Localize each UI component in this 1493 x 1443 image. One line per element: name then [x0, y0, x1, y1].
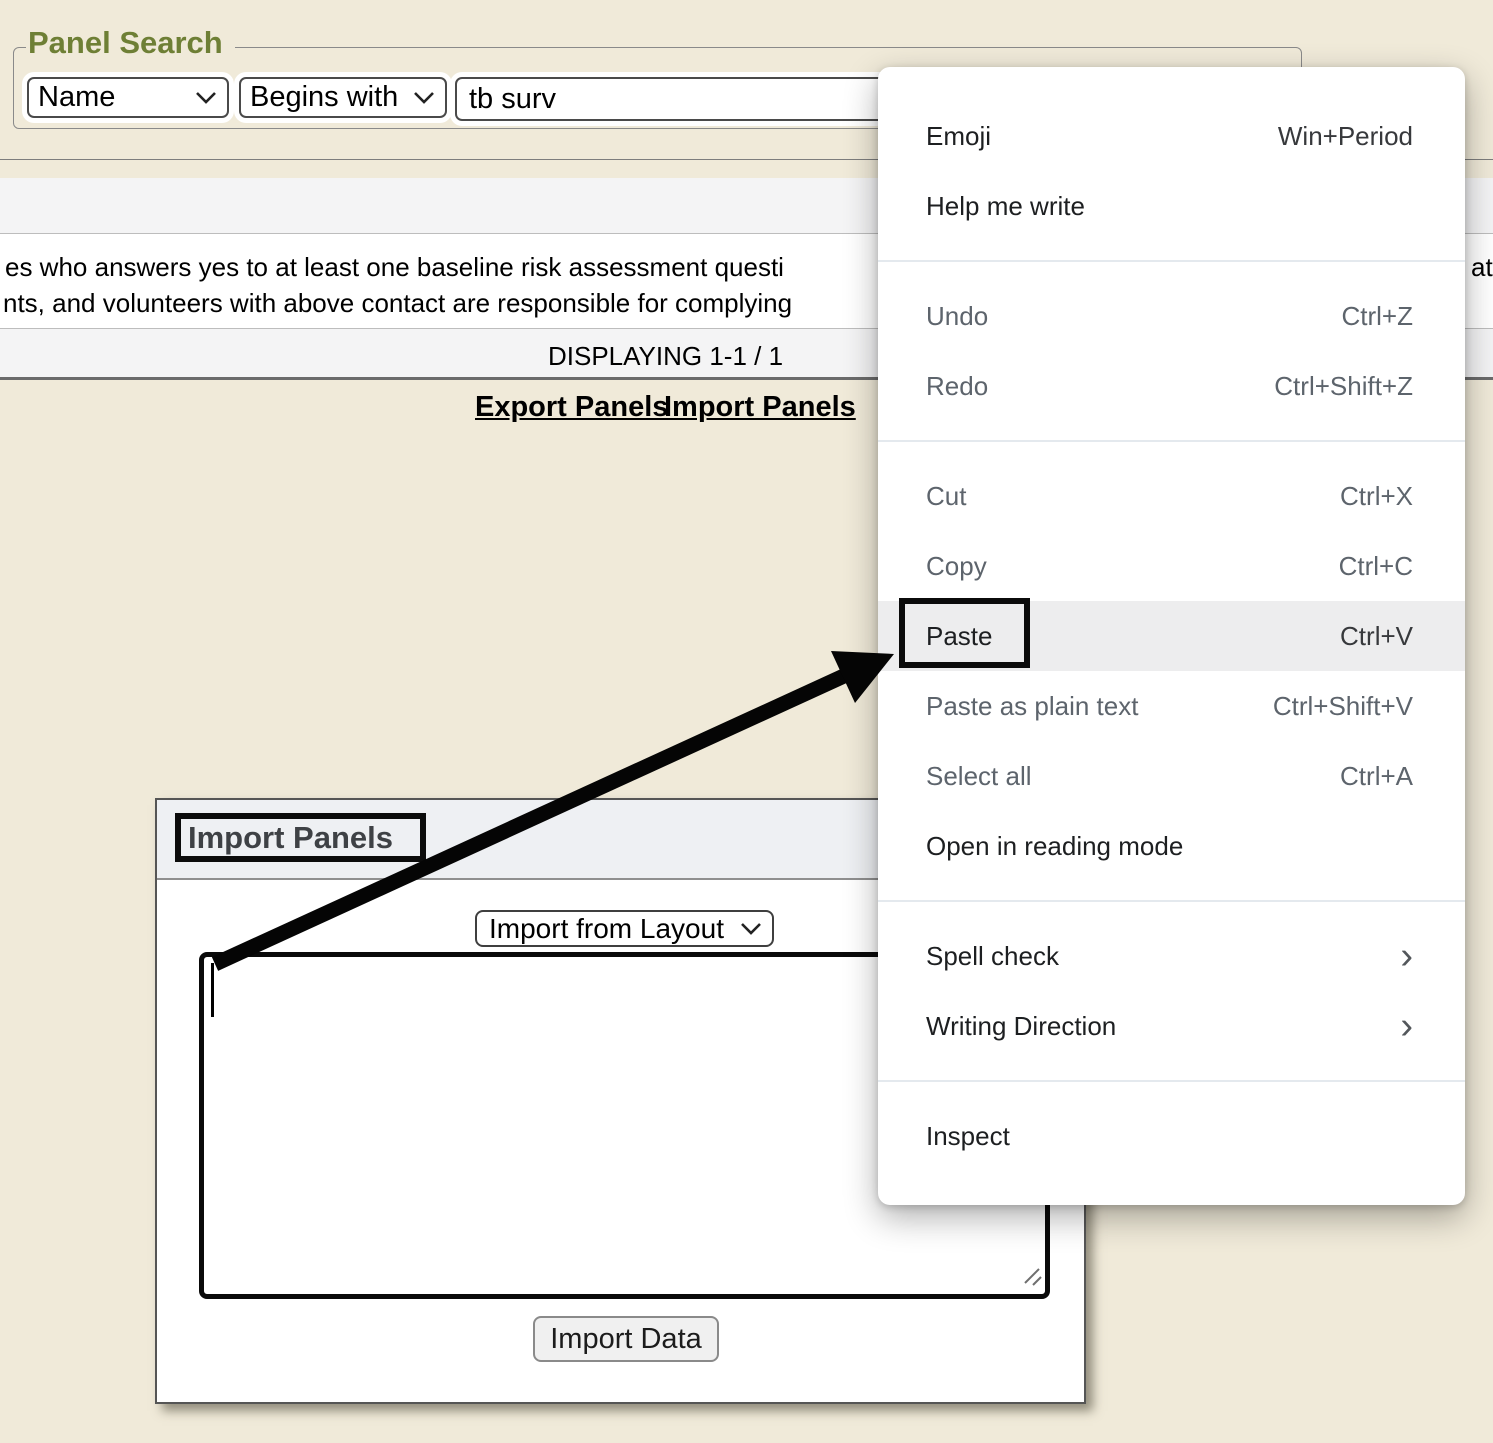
menu-item-redo: Redo Ctrl+Shift+Z	[878, 351, 1465, 421]
description-line1-overflow: at	[1471, 251, 1493, 283]
menu-item-shortcut: Ctrl+V	[1340, 621, 1413, 652]
chevron-right-icon: ›	[1400, 946, 1413, 966]
menu-item-paste-as-plain-text: Paste as plain text Ctrl+Shift+V	[878, 671, 1465, 741]
chevron-down-icon	[195, 91, 217, 104]
menu-item-shortcut: Ctrl+Shift+V	[1273, 691, 1413, 722]
menu-item-label: Paste as plain text	[926, 691, 1138, 722]
menu-item-help-me-write[interactable]: Help me write	[878, 171, 1465, 241]
import-source-value: Import from Layout	[489, 913, 724, 945]
menu-item-shortcut: Ctrl+C	[1339, 551, 1413, 582]
menu-item-label: Open in reading mode	[926, 831, 1183, 862]
export-panels-link[interactable]: Export Panels	[475, 391, 668, 424]
chevron-down-icon	[413, 91, 435, 104]
description-line2: nts, and volunteers with above contact a…	[3, 287, 792, 319]
menu-separator	[878, 1080, 1465, 1082]
menu-item-copy: Copy Ctrl+C	[878, 531, 1465, 601]
menu-item-open-in-reading-mode[interactable]: Open in reading mode	[878, 811, 1465, 881]
menu-item-label: Help me write	[926, 191, 1085, 222]
menu-item-select-all: Select all Ctrl+A	[878, 741, 1465, 811]
menu-separator	[878, 260, 1465, 262]
menu-item-shortcut: Ctrl+A	[1340, 761, 1413, 792]
menu-separator	[878, 440, 1465, 442]
menu-item-label: Emoji	[926, 121, 991, 152]
import-panels-annotation-box	[175, 813, 426, 862]
import-source-select[interactable]: Import from Layout	[475, 910, 774, 947]
menu-item-shortcut: Ctrl+X	[1340, 481, 1413, 512]
menu-item-label: Spell check	[926, 941, 1059, 972]
menu-item-emoji[interactable]: Emoji Win+Period	[878, 101, 1465, 171]
paste-annotation-box	[899, 598, 1030, 668]
text-cursor	[211, 963, 214, 1017]
import-panels-link[interactable]: Import Panels	[664, 391, 856, 424]
search-field-value: Name	[38, 81, 115, 114]
menu-item-shortcut: Win+Period	[1278, 121, 1413, 152]
resize-handle-icon[interactable]	[1019, 1263, 1043, 1292]
menu-item-undo: Undo Ctrl+Z	[878, 281, 1465, 351]
page-canvas: Panel Search Name Begins with tb surv es…	[0, 0, 1493, 1443]
menu-item-shortcut: Ctrl+Shift+Z	[1274, 371, 1413, 402]
import-data-button[interactable]: Import Data	[533, 1316, 719, 1362]
menu-item-spell-check[interactable]: Spell check ›	[878, 921, 1465, 991]
menu-item-shortcut: Ctrl+Z	[1342, 301, 1414, 332]
description-line1: es who answers yes to at least one basel…	[5, 251, 784, 283]
menu-item-label: Redo	[926, 371, 988, 402]
menu-separator	[878, 900, 1465, 902]
match-type-select[interactable]: Begins with	[239, 77, 447, 118]
panel-search-legend: Panel Search	[26, 26, 235, 60]
menu-item-inspect[interactable]: Inspect	[878, 1101, 1465, 1171]
menu-item-label: Inspect	[926, 1121, 1010, 1152]
search-input-value: tb surv	[469, 83, 556, 116]
menu-item-writing-direction[interactable]: Writing Direction ›	[878, 991, 1465, 1061]
menu-item-label: Cut	[926, 481, 966, 512]
match-type-value: Begins with	[250, 81, 398, 114]
paging-status: DISPLAYING 1-1 / 1	[548, 341, 783, 372]
menu-item-label: Copy	[926, 551, 987, 582]
menu-item-cut: Cut Ctrl+X	[878, 461, 1465, 531]
chevron-down-icon	[740, 922, 762, 935]
menu-item-label: Select all	[926, 761, 1032, 792]
search-field-select[interactable]: Name	[27, 77, 229, 118]
menu-item-label: Writing Direction	[926, 1011, 1116, 1042]
menu-item-label: Undo	[926, 301, 988, 332]
chevron-right-icon: ›	[1400, 1016, 1413, 1036]
